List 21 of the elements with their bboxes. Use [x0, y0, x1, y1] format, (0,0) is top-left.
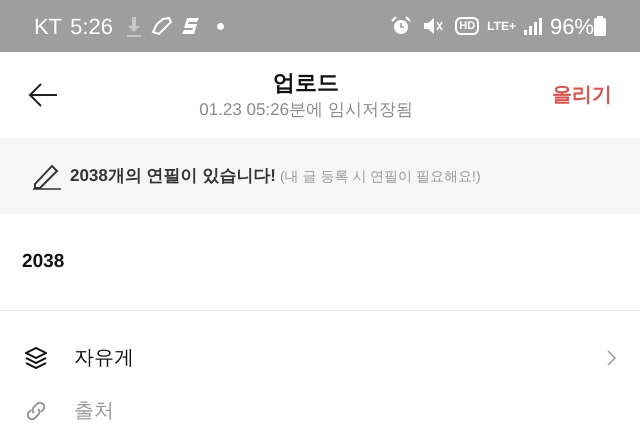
notice-hint: (내 글 등록 시 연필이 필요해요!) — [280, 166, 481, 186]
battery-icon — [594, 16, 606, 36]
carrier-text: KT — [34, 12, 62, 40]
pencil-count-text: 2038개의 연필이 있습니다! — [70, 165, 276, 188]
layers-icon — [24, 346, 48, 370]
hd-badge: HD — [455, 17, 480, 35]
clock-text: 5:26 — [70, 12, 113, 40]
post-button[interactable]: 올리기 — [552, 80, 612, 110]
app-icon — [180, 18, 201, 34]
chevron-right-icon[interactable] — [606, 350, 616, 366]
alarm-icon — [391, 16, 412, 36]
signal-icon — [524, 17, 542, 35]
network-type-text: LTE+ — [487, 20, 516, 32]
title-field[interactable]: 2038 — [22, 248, 618, 276]
autosave-status: 01.23 05:26분에 임시저장됨 — [199, 99, 413, 121]
page-title: 업로드 — [273, 69, 339, 97]
mute-icon — [423, 16, 444, 36]
battery-text: 96% — [550, 12, 594, 40]
download-icon — [124, 15, 143, 37]
board-selector[interactable]: 자유게 — [74, 342, 134, 372]
pencil-icon — [32, 162, 62, 190]
